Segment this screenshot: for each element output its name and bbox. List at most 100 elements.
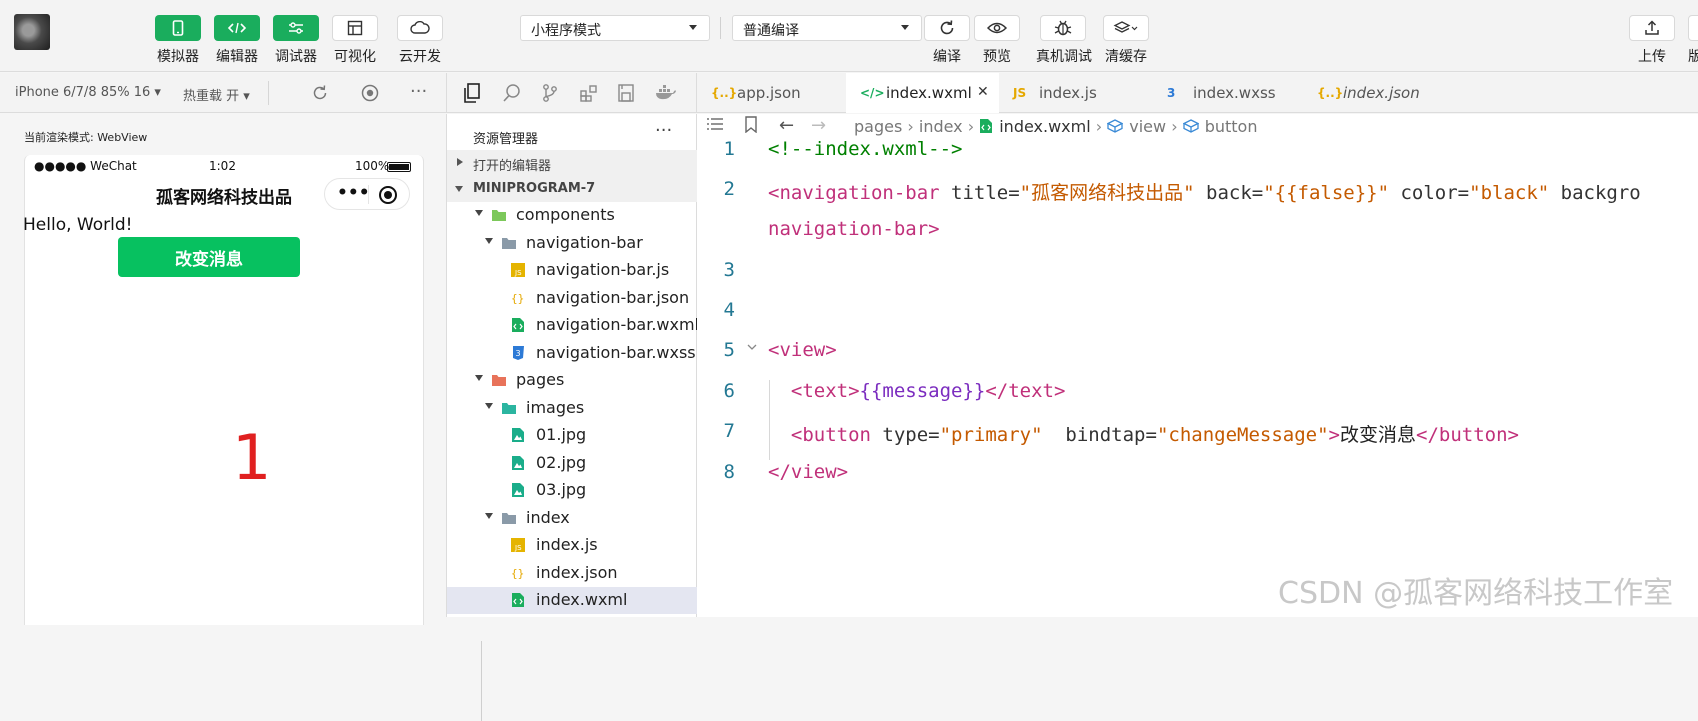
breadcrumb-item[interactable]: button [1205, 117, 1258, 136]
version-button[interactable]: 版 [1688, 15, 1698, 66]
code-line: 8 </view> [697, 461, 1698, 501]
code-editor: ← → pages › index › index.wxml › view › … [697, 114, 1698, 617]
hot-reload-select[interactable]: 热重载 开 ▾ [183, 85, 250, 104]
tab-index-js[interactable]: JS index.js [999, 73, 1153, 113]
open-editors-label: 打开的编辑器 [473, 159, 552, 174]
debugger-toggle-button[interactable]: 调试器 [270, 15, 322, 66]
stop-icon[interactable] [361, 84, 379, 106]
docker-icon[interactable] [655, 83, 677, 107]
folder-icon [491, 207, 507, 221]
cloud-dev-button[interactable]: 云开发 [394, 15, 446, 66]
watermark: CSDN @孤客网络科技工作室 [1278, 576, 1674, 611]
tree-item-navigation-bar[interactable]: navigation-bar [447, 230, 697, 257]
tree-item-02-jpg[interactable]: 02.jpg [447, 450, 697, 477]
forward-arrow-icon[interactable]: → [811, 115, 826, 136]
code-line: 1 <!--index.wxml--> [697, 138, 1698, 178]
tree-item-03-jpg[interactable]: 03.jpg [447, 477, 697, 504]
editor-toggle-button[interactable]: 编辑器 [211, 15, 263, 66]
svg-text:{}: {} [511, 292, 524, 305]
search-icon[interactable] [502, 83, 522, 107]
bookmark-icon[interactable] [744, 116, 758, 137]
close-miniprogram-icon[interactable] [379, 186, 397, 204]
tree-item-label: navigation-bar.js [536, 260, 670, 279]
tab-index-wxml[interactable]: </> index.wxml ✕ [846, 73, 999, 113]
breadcrumb-item[interactable]: index.wxml [999, 117, 1090, 136]
capsule-menu[interactable]: ••• [324, 178, 410, 210]
outline-icon[interactable] [706, 116, 724, 136]
visual-toggle-button[interactable]: 可视化 [329, 15, 381, 66]
compile-label: 编译 [933, 49, 961, 65]
tree-item-pages[interactable]: pages [447, 367, 697, 394]
tab-label: index.wxss [1193, 84, 1276, 102]
simulator-label: 模拟器 [157, 49, 199, 65]
storage-icon[interactable] [617, 83, 635, 107]
tree-item-images[interactable]: images [447, 395, 697, 422]
compile-select-value: 普通编译 [743, 23, 799, 39]
breadcrumb-item[interactable]: pages [854, 117, 902, 136]
wxml-icon [511, 592, 527, 607]
explorer-more-icon[interactable]: ··· [655, 120, 672, 141]
tree-item-index-json[interactable]: {} index.json [447, 560, 697, 587]
breadcrumb-item[interactable]: view [1129, 117, 1166, 136]
chevron-down-icon [475, 210, 483, 216]
clear-cache-button[interactable]: 清缓存 [1100, 15, 1152, 66]
close-icon[interactable]: ✕ [977, 84, 989, 100]
svg-text:JS: JS [514, 544, 522, 552]
tree-item-navigation-bar-wxss[interactable]: 3 navigation-bar.wxss [447, 340, 697, 367]
phone-icon [155, 15, 201, 41]
upload-button[interactable]: 上传 [1626, 15, 1678, 66]
tree-item-navigation-bar-json[interactable]: {} navigation-bar.json [447, 285, 697, 312]
chevron-down-icon [901, 25, 909, 30]
more-dots-icon[interactable]: ••• [337, 183, 370, 203]
device-select[interactable]: iPhone 6/7/8 85% 16 ▾ [15, 85, 161, 100]
folder-icon [501, 235, 517, 249]
version-label: 版 [1688, 49, 1698, 65]
files-icon[interactable] [463, 83, 481, 107]
tree-item-navigation-bar-wxml[interactable]: navigation-bar.wxml [447, 312, 699, 339]
user-avatar[interactable] [14, 14, 50, 50]
tree-item-index-wxml[interactable]: index.wxml [447, 587, 697, 614]
extensions-icon[interactable] [579, 83, 599, 107]
chevron-down-icon [455, 186, 463, 192]
open-editors-section[interactable]: 打开的编辑器 [447, 150, 697, 176]
tab-app-json[interactable]: {..} app.json [697, 73, 846, 113]
tab-index-json[interactable]: {..} index.json [1303, 73, 1453, 113]
chevron-down-icon [485, 237, 493, 244]
tree-item-01-jpg[interactable]: 01.jpg [447, 422, 697, 449]
back-arrow-icon[interactable]: ← [779, 115, 794, 136]
phone-screen: ●●●●● WeChat 1:02 100% 孤客网络科技出品 ••• Hell… [23, 155, 424, 625]
compile-button[interactable]: 编译 [921, 15, 973, 66]
tree-item-components[interactable]: components [447, 202, 697, 229]
change-message-button[interactable]: 改变消息 [118, 237, 300, 277]
upload-icon [1629, 15, 1675, 41]
clear-cache-label: 清缓存 [1105, 49, 1147, 65]
source-control-icon[interactable] [541, 83, 559, 107]
code-line: navigation-bar> [697, 218, 1698, 258]
tree-item-navigation-bar-js[interactable]: JS navigation-bar.js [447, 257, 697, 284]
compile-mode-select[interactable]: 普通编译 [732, 15, 922, 41]
explorer-title: 资源管理器 [473, 132, 539, 147]
img-icon [511, 427, 527, 442]
more-icon[interactable]: ··· [410, 81, 427, 102]
tree-item-index-js[interactable]: JS index.js [447, 532, 697, 559]
toolbar-divider [720, 17, 721, 39]
preview-button[interactable]: 预览 [971, 15, 1023, 66]
code-token: > [1328, 424, 1340, 446]
code-text: </view> [768, 461, 848, 483]
tree-item-index[interactable]: index [447, 505, 697, 532]
subbar-divider [268, 81, 269, 105]
breadcrumb-item[interactable]: index [919, 117, 963, 136]
real-device-debug-button[interactable]: 真机调试 [1036, 15, 1092, 66]
mode-select[interactable]: 小程序模式 [520, 15, 710, 41]
file-type-icon: 3 [1167, 86, 1176, 100]
tab-index-wxss[interactable]: 3 index.wxss [1153, 73, 1303, 113]
code-line: 2 <navigation-bar title="孤客网络科技出品" back="… [697, 178, 1698, 218]
simulator-toggle-button[interactable]: 模拟器 [152, 15, 204, 66]
breadcrumb-items: pages › index › index.wxml › view › butt… [854, 117, 1257, 136]
project-section[interactable]: MINIPROGRAM-7 [447, 176, 697, 202]
rotate-icon[interactable] [311, 84, 329, 106]
code-token: "primary" [939, 424, 1043, 446]
code-token: <text> [768, 380, 860, 402]
tree-item-label: index.js [536, 535, 598, 554]
tree-item-label: index.json [536, 562, 618, 582]
